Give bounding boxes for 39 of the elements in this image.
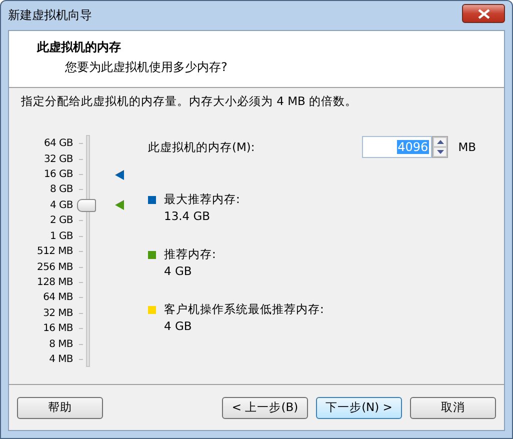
close-button[interactable] [462, 4, 505, 23]
close-icon [478, 8, 490, 18]
tick-label: 512 MB [36, 246, 73, 258]
tick-label: 64 MB [42, 292, 73, 304]
memory-label: 此虚拟机的内存(M): [148, 140, 255, 154]
dialog-button[interactable]: < 上一步(B) [222, 396, 308, 418]
slider-thumb[interactable] [77, 198, 96, 212]
increment-button[interactable] [433, 137, 448, 147]
legend-value: 4 GB [164, 264, 193, 278]
tick-label: 8 GB [49, 184, 73, 196]
tick-label: 1 GB [49, 230, 73, 242]
description-text: 指定分配给此虚拟机的内存量。内存大小必须为 4 MB 的倍数。 [20, 93, 358, 109]
tick-label: 16 MB [42, 323, 73, 334]
legend-value: 13.4 GB [164, 209, 212, 223]
unit-label: MB [458, 140, 476, 154]
down-icon [436, 150, 444, 154]
dialog-button[interactable]: 下一步(N) > [316, 396, 402, 418]
decrement-button[interactable] [433, 147, 448, 157]
dialog-button[interactable]: 帮助 [17, 396, 103, 418]
legend-label: 最大推荐内存: [164, 192, 240, 207]
tick-label: 4 GB [49, 200, 73, 211]
page-title: 此虚拟机的内存 [37, 39, 122, 56]
legend-label: 推荐内存: [164, 247, 216, 262]
tick-label: 32 GB [42, 154, 73, 165]
up-icon [436, 140, 444, 144]
window-title: 新建虚拟机向导 [8, 7, 92, 24]
tick-label: 16 GB [42, 169, 73, 180]
tick-label: 128 MB [36, 277, 73, 288]
page-subtitle: 您要为此虚拟机使用多少内存? [64, 59, 228, 76]
tick-label: 256 MB [36, 262, 73, 273]
slider-track[interactable] [77, 135, 96, 367]
legend-value: 4 GB [164, 319, 193, 333]
tick-label: 64 GB [42, 138, 73, 150]
tick-label: 32 MB [42, 308, 73, 319]
tick-label: 2 GB [49, 215, 73, 226]
dialog-button[interactable]: 取消 [410, 396, 496, 418]
legend-label: 客户机操作系统最低推荐内存: [164, 302, 324, 317]
tick-label: 4 MB [48, 354, 73, 366]
tick-label: 8 MB [48, 338, 73, 350]
